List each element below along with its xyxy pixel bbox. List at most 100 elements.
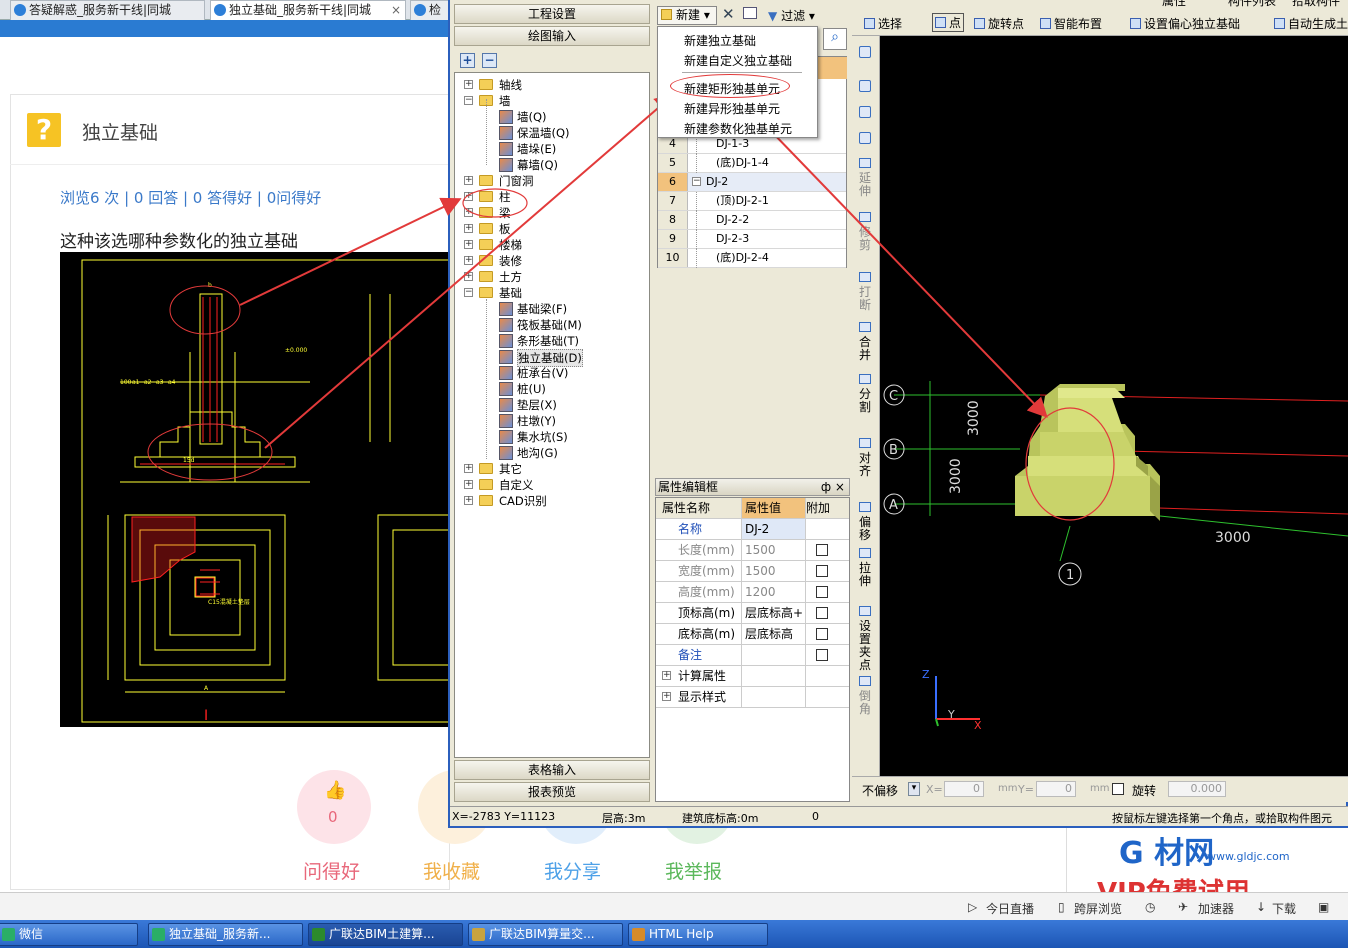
menu-new-special-unit[interactable]: 新建异形独基单元: [684, 100, 780, 117]
toolbar-button[interactable]: 自动生成土: [1274, 15, 1348, 32]
tree-item[interactable]: 地沟(G): [455, 445, 649, 461]
x-input[interactable]: 0: [944, 781, 984, 797]
tree-item[interactable]: 垫层(X): [455, 397, 649, 413]
prop-checkbox[interactable]: [816, 586, 828, 598]
question-stats[interactable]: 浏览6 次 | 0 回答 | 0 答得好 | 0问得好: [60, 187, 321, 208]
3d-viewport[interactable]: C B A 1 3000 3000 3000 Z Y X: [880, 36, 1348, 776]
share-label[interactable]: 我分享: [544, 857, 601, 884]
report-label[interactable]: 我举报: [665, 857, 722, 884]
pick-component-button[interactable]: 拾取构件: [1292, 0, 1340, 8]
grid-row[interactable]: 7 (顶)DJ-2-1: [658, 192, 846, 211]
prop-row[interactable]: 备注: [656, 645, 849, 666]
expand-icon[interactable]: +: [464, 192, 473, 201]
tree-item[interactable]: − 墙: [455, 93, 649, 109]
search-icon[interactable]: ⌕: [823, 28, 847, 50]
new-dropdown-button[interactable]: 新建 ▾: [657, 6, 717, 25]
prop-row[interactable]: 显示样式 +: [656, 687, 849, 708]
expand-icon[interactable]: +: [464, 176, 473, 185]
vtool-button[interactable]: 分割: [858, 388, 872, 414]
prop-value[interactable]: [742, 666, 806, 686]
tree-item[interactable]: + 柱: [455, 189, 649, 205]
tree-item[interactable]: 集水坑(S): [455, 429, 649, 445]
live-link[interactable]: 今日直播: [986, 900, 1034, 917]
taskbar-item-glodon-jh[interactable]: 广联达BIM算量交...: [468, 923, 623, 946]
cross-screen-link[interactable]: 跨屏浏览: [1074, 900, 1122, 917]
tool-icon[interactable]: [859, 132, 871, 144]
expand-icon[interactable]: +: [464, 224, 473, 233]
browser-tab-1[interactable]: 答疑解惑_服务新干线|同城: [10, 0, 205, 20]
prop-value[interactable]: 1500: [742, 561, 806, 581]
rotate-input[interactable]: 0.000: [1168, 781, 1226, 797]
expand-all-button[interactable]: +: [460, 53, 475, 68]
vtool-button[interactable]: 合并: [858, 336, 872, 362]
tree-item[interactable]: + 板: [455, 221, 649, 237]
grid-row[interactable]: 8 DJ-2-2: [658, 211, 846, 230]
taskbar-item-wechat[interactable]: 微信: [0, 923, 138, 946]
prop-row[interactable]: 长度(mm) 1500: [656, 540, 849, 561]
toolbar-button[interactable]: 旋转点: [974, 15, 1024, 32]
vtool-button[interactable]: 延伸: [858, 172, 872, 198]
tree-item[interactable]: + CAD识别: [455, 493, 649, 509]
download-link[interactable]: 下载: [1272, 900, 1296, 917]
prop-row[interactable]: 宽度(mm) 1500: [656, 561, 849, 582]
menu-new-custom-foundation[interactable]: 新建自定义独立基础: [684, 52, 792, 69]
pin-close-icon[interactable]: ф ×: [821, 479, 845, 495]
tree-item[interactable]: 幕墙(Q): [455, 157, 649, 173]
y-input[interactable]: 0: [1036, 781, 1076, 797]
grid-row[interactable]: 6− DJ-2: [658, 173, 846, 192]
tree-item[interactable]: 墙(Q): [455, 109, 649, 125]
taskbar-item-glodon-tj[interactable]: 广联达BIM土建算...: [308, 923, 463, 946]
prop-checkbox[interactable]: [816, 565, 828, 577]
tree-item[interactable]: 桩承台(V): [455, 365, 649, 381]
tree-item[interactable]: + 土方: [455, 269, 649, 285]
grid-row[interactable]: 9 DJ-2-3: [658, 230, 846, 249]
tree-item[interactable]: + 梁: [455, 205, 649, 221]
tree-item[interactable]: 墙垛(E): [455, 141, 649, 157]
menu-new-isolated-foundation[interactable]: 新建独立基础: [684, 32, 756, 49]
tree-item[interactable]: 独立基础(D): [455, 349, 649, 367]
layout-icon[interactable]: ▣: [1318, 900, 1329, 914]
prop-value[interactable]: 1500: [742, 540, 806, 560]
prop-row[interactable]: 顶标高(m) 层底标高+: [656, 603, 849, 624]
browser-tab-2[interactable]: 独立基础_服务新干线|同城 ×: [210, 0, 406, 20]
tree-item[interactable]: + 轴线: [455, 77, 649, 93]
expand-icon[interactable]: +: [464, 240, 473, 249]
vtool-button[interactable]: 偏移: [858, 516, 872, 542]
expand-icon[interactable]: +: [464, 464, 473, 473]
vtool-button[interactable]: 拉伸: [858, 562, 872, 588]
browser-tab-3[interactable]: 检: [410, 0, 450, 20]
offset-mode-select[interactable]: 不偏移: [862, 782, 898, 799]
vtool-button[interactable]: 倒角: [858, 690, 872, 716]
expand-icon[interactable]: +: [464, 208, 473, 217]
tool-icon[interactable]: [859, 106, 871, 118]
delete-icon[interactable]: ✕: [722, 5, 735, 23]
tree-item[interactable]: 基础梁(F): [455, 301, 649, 317]
properties-button[interactable]: 属性: [1162, 0, 1186, 8]
prop-checkbox[interactable]: [816, 607, 828, 619]
expand-icon[interactable]: +: [464, 480, 473, 489]
prop-value[interactable]: 层底标高: [742, 624, 806, 644]
prop-row[interactable]: 高度(mm) 1200: [656, 582, 849, 603]
report-preview-tab[interactable]: 报表预览: [454, 782, 650, 802]
copy-icon[interactable]: [743, 7, 757, 19]
grid-row[interactable]: 5 (底)DJ-1-4: [658, 154, 846, 173]
expand-icon[interactable]: +: [464, 496, 473, 505]
prop-value[interactable]: [742, 645, 806, 665]
menu-new-param-unit[interactable]: 新建参数化独基单元: [684, 120, 792, 137]
filter-button[interactable]: ▼ 过滤 ▾: [768, 7, 815, 24]
prop-value[interactable]: 1200: [742, 582, 806, 602]
close-icon[interactable]: ×: [391, 1, 401, 19]
vtool-button[interactable]: 对齐: [858, 452, 872, 478]
tree-item[interactable]: + 其它: [455, 461, 649, 477]
accelerator-link[interactable]: 加速器: [1198, 900, 1234, 917]
tree-item[interactable]: + 楼梯: [455, 237, 649, 253]
tree-item[interactable]: + 自定义: [455, 477, 649, 493]
taskbar-item-htmlhelp[interactable]: HTML Help: [628, 923, 768, 946]
expand-icon[interactable]: +: [662, 671, 671, 680]
tree-item[interactable]: 桩(U): [455, 381, 649, 397]
expand-icon[interactable]: +: [464, 256, 473, 265]
toolbar-button[interactable]: 设置偏心独立基础: [1130, 15, 1240, 32]
tree-item[interactable]: 筏板基础(M): [455, 317, 649, 333]
chevron-down-icon[interactable]: ▾: [908, 782, 920, 796]
table-input-tab[interactable]: 表格输入: [454, 760, 650, 780]
